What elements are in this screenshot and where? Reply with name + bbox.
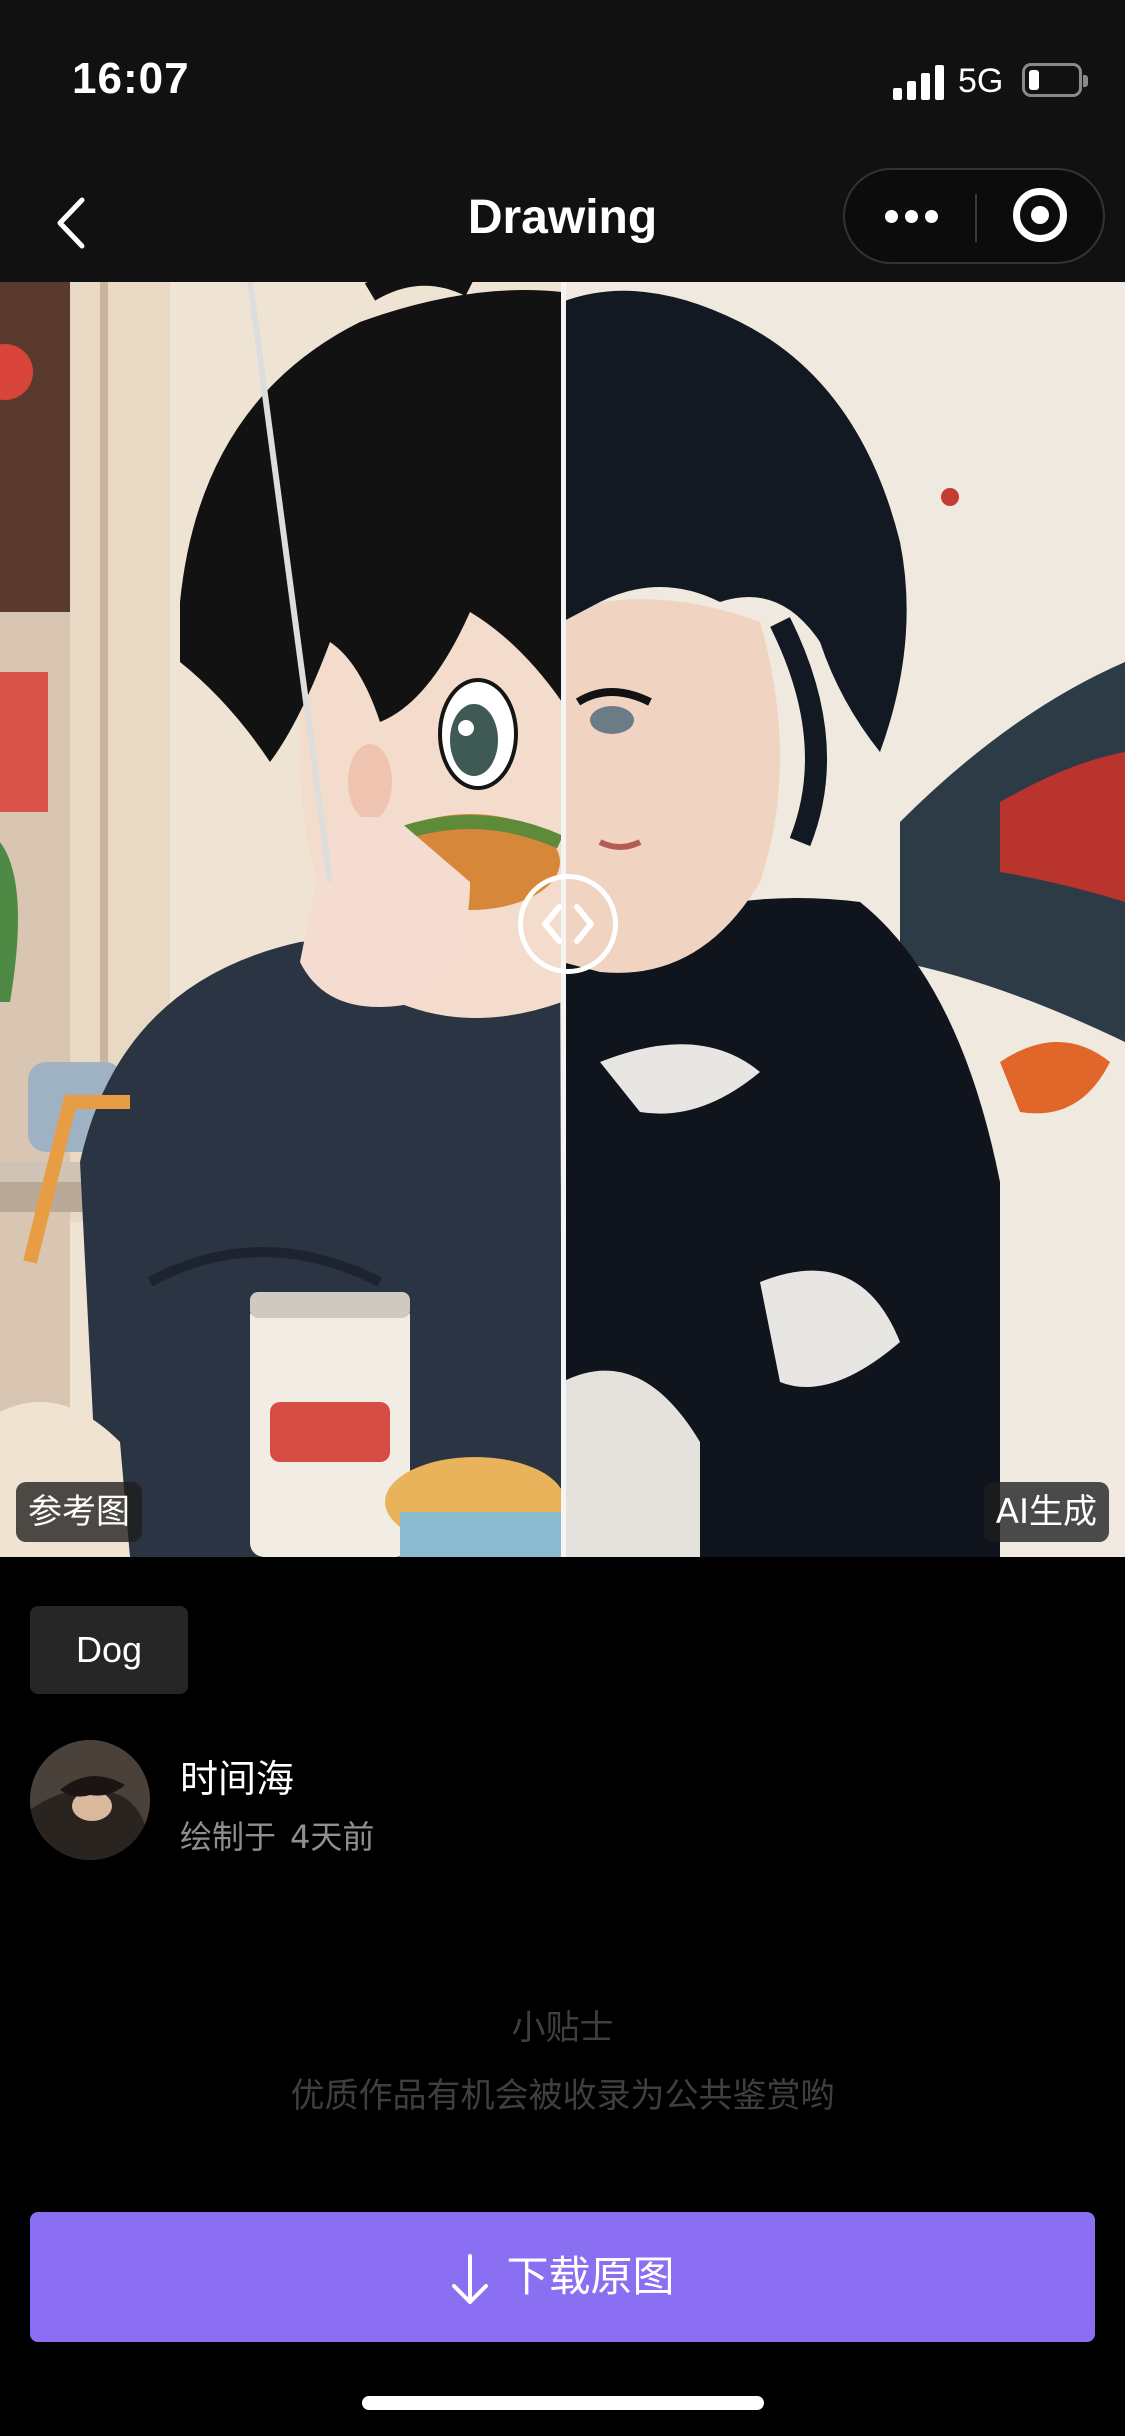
ai-image-label: AI生成 xyxy=(983,1482,1109,1542)
compare-image[interactable]: 参考图 AI生成 xyxy=(0,282,1125,1557)
status-bar: 16:07 5G xyxy=(0,0,1125,168)
avatar-image xyxy=(30,1740,150,1860)
battery-icon xyxy=(1022,63,1088,97)
download-arrow-icon xyxy=(452,2253,489,2304)
reference-image-label: 参考图 xyxy=(16,1482,142,1542)
signal-icon xyxy=(893,64,945,100)
author-meta-time: 4天前 xyxy=(290,1818,375,1856)
author-name[interactable]: 时间海 xyxy=(180,1748,294,1803)
mini-program-capsule xyxy=(843,168,1105,264)
network-type: 5G xyxy=(958,62,1004,100)
style-tag[interactable]: Dog xyxy=(30,1606,188,1694)
tips-title: 小贴士 xyxy=(511,2008,614,2048)
close-target-button[interactable] xyxy=(977,170,1105,262)
download-original-button[interactable]: 下载原图 xyxy=(30,2212,1095,2342)
author-meta: 绘制于 4天前 xyxy=(180,1812,374,1858)
download-button-label: 下载原图 xyxy=(506,2252,675,2301)
nav-bar: Drawing xyxy=(0,168,1125,282)
more-button[interactable] xyxy=(845,170,975,262)
status-time: 16:07 xyxy=(72,54,190,103)
tips-text: 优质作品有机会被收录为公共鉴赏哟 xyxy=(290,2076,835,2116)
author-meta-prefix: 绘制于 xyxy=(180,1818,277,1856)
download-button-content: 下载原图 xyxy=(30,2212,1095,2342)
home-indicator[interactable] xyxy=(362,2396,764,2410)
avatar[interactable] xyxy=(30,1740,150,1860)
reference-image xyxy=(0,282,565,1557)
ai-generated-image xyxy=(562,282,1125,1557)
compare-slider-handle[interactable] xyxy=(518,874,618,974)
compare-arrows-icon xyxy=(542,904,594,944)
